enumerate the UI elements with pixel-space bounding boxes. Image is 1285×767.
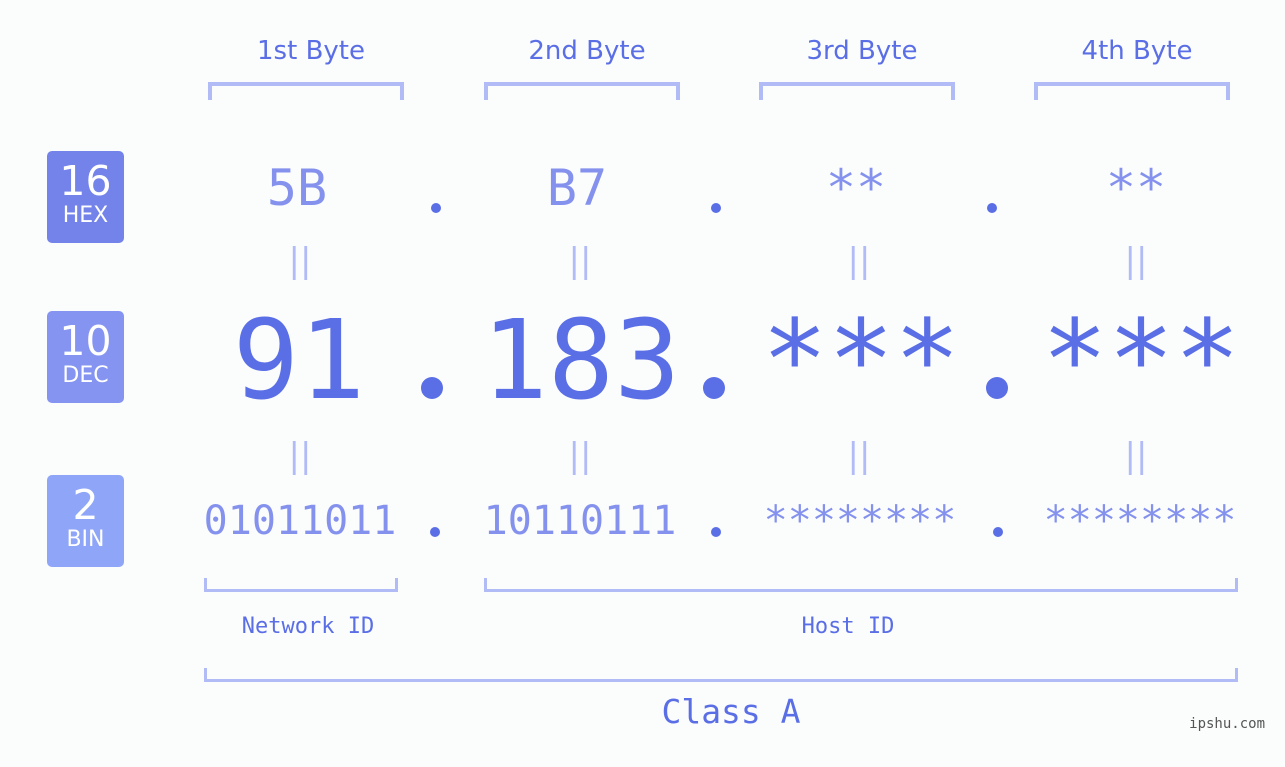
bin-byte-4: ******** xyxy=(1043,498,1237,544)
bin-base-number: 2 xyxy=(72,481,99,529)
hex-badge: 16 HEX xyxy=(47,151,124,243)
bin-byte-3: ******** xyxy=(763,498,957,544)
hex-separator-dot xyxy=(711,203,721,213)
class-bracket xyxy=(204,668,1238,682)
byte-bracket-2 xyxy=(484,82,680,100)
byte-bracket-4 xyxy=(1034,82,1230,100)
hex-byte-2: B7 xyxy=(546,159,608,217)
bin-base-label: BIN xyxy=(66,527,105,552)
watermark: ipshu.com xyxy=(1189,716,1265,732)
equals-sign: || xyxy=(288,436,312,476)
byte-header-3: 3rd Byte xyxy=(806,36,918,66)
dec-byte-1: 91 xyxy=(232,296,366,424)
network-id-label: Network ID xyxy=(241,614,375,639)
equals-sign: || xyxy=(288,241,312,281)
equals-sign: || xyxy=(1124,436,1148,476)
equals-sign: || xyxy=(1124,241,1148,281)
dec-separator-dot xyxy=(703,377,725,399)
bin-badge: 2 BIN xyxy=(47,475,124,567)
byte-header-2: 2nd Byte xyxy=(528,36,646,66)
byte-bracket-3 xyxy=(759,82,955,100)
bin-byte-1: 01011011 xyxy=(203,498,397,544)
byte-bracket-1 xyxy=(208,82,404,100)
hex-byte-1: 5B xyxy=(266,159,328,217)
dec-base-number: 10 xyxy=(59,317,112,365)
dec-separator-dot xyxy=(986,377,1008,399)
bin-separator-dot xyxy=(993,527,1003,537)
dec-separator-dot xyxy=(421,377,443,399)
dec-badge: 10 DEC xyxy=(47,311,124,403)
equals-sign: || xyxy=(847,436,871,476)
bin-separator-dot xyxy=(711,527,721,537)
dec-byte-3: *** xyxy=(761,296,961,424)
bin-separator-dot xyxy=(430,527,440,537)
dec-byte-2: 183 xyxy=(481,296,681,424)
byte-header-4: 4th Byte xyxy=(1081,36,1193,66)
host-id-bracket xyxy=(484,578,1238,592)
hex-byte-3: ** xyxy=(825,159,887,217)
hex-byte-4: ** xyxy=(1105,159,1167,217)
bin-byte-2: 10110111 xyxy=(483,498,677,544)
host-id-label: Host ID xyxy=(801,614,895,639)
equals-sign: || xyxy=(847,241,871,281)
hex-base-label: HEX xyxy=(62,203,109,228)
dec-byte-4: *** xyxy=(1041,296,1241,424)
class-label: Class A xyxy=(661,692,801,731)
hex-separator-dot xyxy=(987,203,997,213)
hex-separator-dot xyxy=(431,203,441,213)
equals-sign: || xyxy=(568,241,592,281)
equals-sign: || xyxy=(568,436,592,476)
byte-header-1: 1st Byte xyxy=(257,36,365,66)
dec-base-label: DEC xyxy=(62,363,109,388)
network-id-bracket xyxy=(204,578,398,592)
hex-base-number: 16 xyxy=(59,157,112,205)
